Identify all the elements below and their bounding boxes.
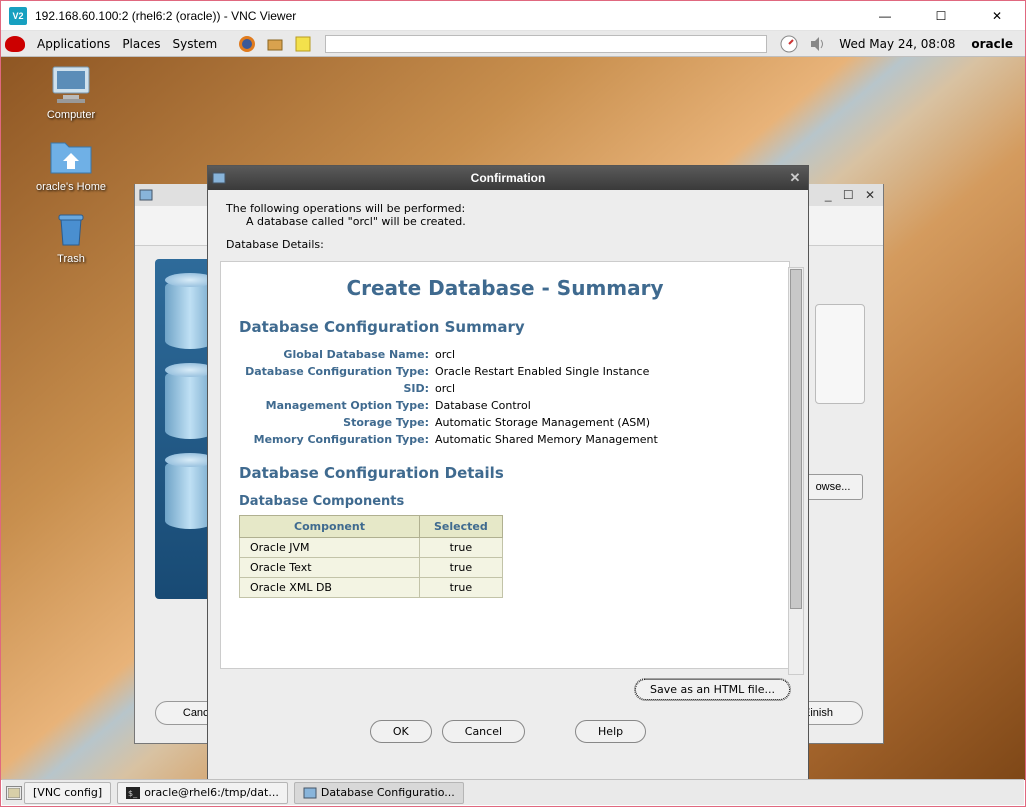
content-scrollbar[interactable] <box>788 267 804 675</box>
cancel-button[interactable]: Cancel <box>442 720 525 743</box>
gnome-top-panel: Applications Places System Wed May 24, 0… <box>1 31 1025 57</box>
desktop-icon-trash[interactable]: Trash <box>21 209 121 265</box>
desktop-icon-home[interactable]: oracle's Home <box>21 137 121 193</box>
vnc-maximize-button[interactable]: ☐ <box>921 4 961 28</box>
places-menu[interactable]: Places <box>116 35 166 53</box>
kv-row: Database Configuration Type:Oracle Resta… <box>239 365 771 378</box>
desktop-icon-label: Trash <box>57 253 85 265</box>
vnc-window: V2 192.168.60.100:2 (rhel6:2 (oracle)) -… <box>0 0 1026 807</box>
applications-menu[interactable]: Applications <box>31 35 116 53</box>
kv-row: Management Option Type:Database Control <box>239 399 771 412</box>
dialog-title: Confirmation <box>471 171 546 185</box>
dbca-browse-button[interactable]: owse... <box>803 474 863 500</box>
show-desktop-button[interactable] <box>6 786 22 800</box>
help-button[interactable]: Help <box>575 720 646 743</box>
table-row: Oracle XML DBtrue <box>240 578 503 598</box>
ok-button[interactable]: OK <box>370 720 432 743</box>
dialog-titlebar[interactable]: Confirmation ✕ <box>208 166 808 190</box>
table-header-selected: Selected <box>420 516 503 538</box>
summary-heading: Create Database - Summary <box>239 276 771 300</box>
section-summary-heading: Database Configuration Summary <box>239 318 771 336</box>
desktop-icon-label: Computer <box>47 109 95 121</box>
svg-text:$_: $_ <box>128 789 138 798</box>
taskbar-item-vnc-config[interactable]: [VNC config] <box>24 782 111 804</box>
volume-icon[interactable] <box>806 33 828 55</box>
taskbar-label: [VNC config] <box>33 786 102 799</box>
table-row: Oracle Texttrue <box>240 558 503 578</box>
gnome-clock[interactable]: Wed May 24, 08:08 <box>839 37 955 51</box>
notes-icon[interactable] <box>292 33 314 55</box>
save-as-html-button[interactable]: Save as an HTML file... <box>635 679 790 700</box>
cpu-meter-icon[interactable] <box>778 33 800 55</box>
desktop-icon-label: oracle's Home <box>36 181 106 193</box>
table-row: Oracle JVMtrue <box>240 538 503 558</box>
firefox-icon[interactable] <box>236 33 258 55</box>
desktop[interactable]: Computer oracle's Home Trash _ ☐ ✕ <box>1 57 1025 780</box>
vnc-titlebar[interactable]: V2 192.168.60.100:2 (rhel6:2 (oracle)) -… <box>1 1 1025 31</box>
taskbar-label: oracle@rhel6:/tmp/dat... <box>144 786 279 799</box>
kv-row: SID:orcl <box>239 382 771 395</box>
vnc-title: 192.168.60.100:2 (rhel6:2 (oracle)) - VN… <box>35 9 865 23</box>
vnc-logo-icon: V2 <box>9 7 27 25</box>
scrollbar-thumb[interactable] <box>790 269 802 609</box>
panel-spacer <box>325 35 767 53</box>
gnome-bottom-panel: [VNC config] $_ oracle@rhel6:/tmp/dat...… <box>2 779 1024 805</box>
vnc-minimize-button[interactable]: — <box>865 4 905 28</box>
terminal-icon: $_ <box>126 787 140 799</box>
dialog-close-button[interactable]: ✕ <box>786 169 804 187</box>
gnome-user-menu[interactable]: oracle <box>971 37 1013 51</box>
dbca-window-icon <box>139 188 153 202</box>
kv-row: Global Database Name:orcl <box>239 348 771 361</box>
vnc-close-button[interactable]: ✕ <box>977 4 1017 28</box>
desktop-icon-computer[interactable]: Computer <box>21 65 121 121</box>
dialog-window-icon <box>212 171 226 185</box>
kv-row: Storage Type:Automatic Storage Managemen… <box>239 416 771 429</box>
section-details-heading: Database Configuration Details <box>239 464 771 482</box>
system-menu[interactable]: System <box>166 35 223 53</box>
taskbar-label: Database Configuratio... <box>321 786 455 799</box>
package-icon[interactable] <box>264 33 286 55</box>
dialog-intro-text: The following operations will be perform… <box>208 190 808 255</box>
dbca-window-controls[interactable]: _ ☐ ✕ <box>825 188 879 202</box>
section-components-heading: Database Components <box>239 494 771 509</box>
redhat-icon[interactable] <box>5 36 25 52</box>
dialog-content-pane[interactable]: Create Database - Summary Database Confi… <box>220 261 790 669</box>
dbca-icon <box>303 787 317 799</box>
table-header-component: Component <box>240 516 420 538</box>
taskbar-item-terminal[interactable]: $_ oracle@rhel6:/tmp/dat... <box>117 782 288 804</box>
confirmation-dialog: Confirmation ✕ The following operations … <box>207 165 809 785</box>
taskbar-item-dbca[interactable]: Database Configuratio... <box>294 782 464 804</box>
kv-row: Memory Configuration Type:Automatic Shar… <box>239 433 771 446</box>
components-table: ComponentSelected Oracle JVMtrue Oracle … <box>239 515 503 598</box>
desktop-icons: Computer oracle's Home Trash <box>21 65 121 281</box>
